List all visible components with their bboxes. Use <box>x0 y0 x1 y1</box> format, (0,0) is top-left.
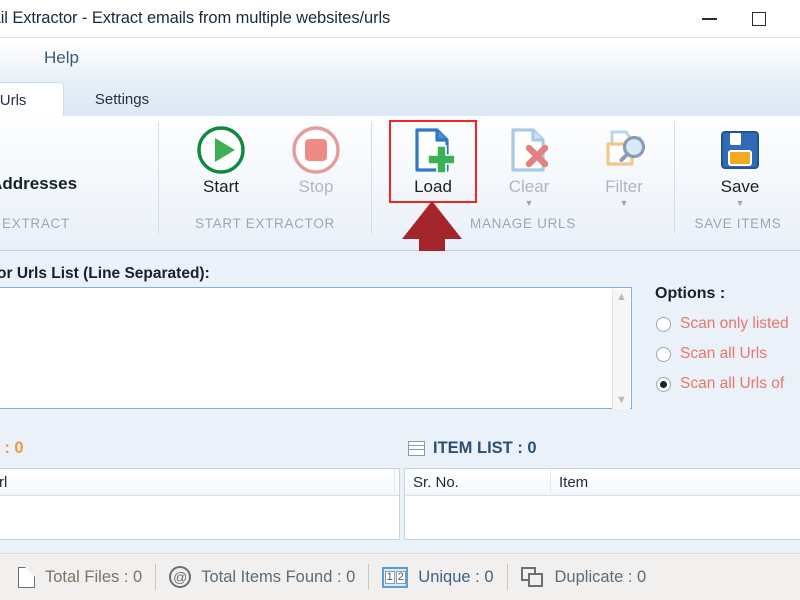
title-bar: mail Extractor - Extract emails from mul… <box>0 0 800 38</box>
group-label-start-extractor: START EXTRACTOR <box>194 216 336 231</box>
start-button[interactable]: Start <box>177 124 265 210</box>
urls-textarea-scrollbar[interactable]: ▲ ▼ <box>612 289 630 409</box>
at-icon: @ <box>169 566 192 588</box>
url-list-header: LIST : 0 <box>0 434 24 462</box>
stop-label: Stop <box>298 177 334 196</box>
item-list-header: ITEM LIST : 0 <box>408 434 537 462</box>
status-bar: Total Files : 0 @ Total Items Found : 0 … <box>0 553 800 600</box>
status-duplicate: Duplicate : 0 <box>508 554 660 600</box>
grid-icon <box>408 440 425 456</box>
chevron-down-icon[interactable]: ▼ <box>616 395 627 406</box>
folder-search-icon <box>598 124 650 176</box>
application-window: mail Extractor - Extract emails from mul… <box>0 0 800 600</box>
status-total-items-found: @ Total Items Found : 0 <box>156 554 368 600</box>
group-separator <box>674 122 675 234</box>
clear-button[interactable]: Clear ▼ <box>485 124 573 210</box>
status-unique: 12 Unique : 0 <box>369 554 506 600</box>
radio-label: Scan all Urls <box>680 345 767 362</box>
item-list-title: ITEM LIST : 0 <box>433 438 537 457</box>
file-add-icon <box>407 124 459 176</box>
save-button[interactable]: Save ▼ <box>696 124 784 210</box>
radio-scan-only-listed[interactable]: Scan only listed <box>656 313 789 335</box>
save-label: Save <box>720 177 760 196</box>
minimize-button[interactable] <box>686 0 732 38</box>
stop-button[interactable]: Stop <box>272 124 360 210</box>
extract-heading: mail Addresses <box>0 174 78 193</box>
group-separator <box>371 122 372 234</box>
group-separator <box>158 122 159 234</box>
group-label-save-items: SAVE ITEMS <box>694 216 782 231</box>
menu-bar: ols Help <box>0 38 800 80</box>
options-title: Options : <box>655 285 726 302</box>
url-listview[interactable]: rl <box>0 468 400 540</box>
stop-circle-icon <box>290 124 342 176</box>
start-label: Start <box>203 177 239 196</box>
radio-scan-all-urls-of[interactable]: Scan all Urls of <box>656 373 784 395</box>
filter-button[interactable]: Filter ▼ <box>580 124 668 210</box>
urls-textarea[interactable]: ▲ ▼ <box>0 287 632 409</box>
radio-label: Scan all Urls of <box>680 375 785 392</box>
filter-label: Filter <box>605 177 643 196</box>
window-title: mail Extractor - Extract emails from mul… <box>0 9 391 27</box>
urls-list-label: site or Urls List (Line Separated): <box>0 265 210 282</box>
load-button[interactable]: Load <box>389 124 477 210</box>
chevron-down-icon[interactable]: ▼ <box>620 199 629 208</box>
file-delete-icon <box>503 124 555 176</box>
tab-strip: & Urls Settings <box>0 80 800 117</box>
radio-indicator <box>656 316 671 332</box>
minimize-icon <box>701 18 717 20</box>
floppy-disk-icon <box>714 124 766 176</box>
status-unique-label: Unique : 0 <box>418 567 494 586</box>
clear-label: Clear <box>508 177 550 196</box>
radio-indicator <box>656 346 671 362</box>
column-url[interactable]: rl <box>0 468 395 496</box>
item-listview-header: Sr. No. Item <box>405 468 800 496</box>
document-icon <box>18 565 36 588</box>
tab-settings[interactable]: Settings <box>70 82 174 117</box>
duplicate-icon <box>520 566 545 588</box>
item-listview[interactable]: Sr. No. Item <box>404 468 800 540</box>
chevron-up-icon[interactable]: ▲ <box>616 292 627 303</box>
status-total-files-label: Total Files : 0 <box>45 567 143 586</box>
maximize-icon <box>752 12 766 26</box>
menu-item-help[interactable]: Help <box>44 48 79 68</box>
radio-label: Scan only listed <box>680 315 789 332</box>
load-label: Load <box>414 177 452 196</box>
group-label-extract: EXTRACT <box>2 216 70 231</box>
column-sr-no[interactable]: Sr. No. <box>405 468 551 496</box>
tab-emails-and-urls[interactable]: & Urls <box>0 82 64 117</box>
radio-scan-all-urls[interactable]: Scan all Urls <box>656 343 767 365</box>
maximize-button[interactable] <box>736 0 782 38</box>
status-duplicate-label: Duplicate : 0 <box>554 567 647 586</box>
url-listview-header: rl <box>0 468 399 496</box>
status-total-items-found-label: Total Items Found : 0 <box>201 567 356 586</box>
unique-icon: 12 <box>382 566 409 588</box>
chevron-down-icon[interactable]: ▼ <box>525 199 534 208</box>
play-circle-icon <box>195 124 247 176</box>
status-total-files: Total Files : 0 <box>0 554 155 600</box>
url-list-title: LIST : 0 <box>0 438 24 457</box>
column-item[interactable]: Item <box>551 469 800 496</box>
radio-indicator <box>656 376 671 392</box>
chevron-down-icon[interactable]: ▼ <box>736 199 745 208</box>
